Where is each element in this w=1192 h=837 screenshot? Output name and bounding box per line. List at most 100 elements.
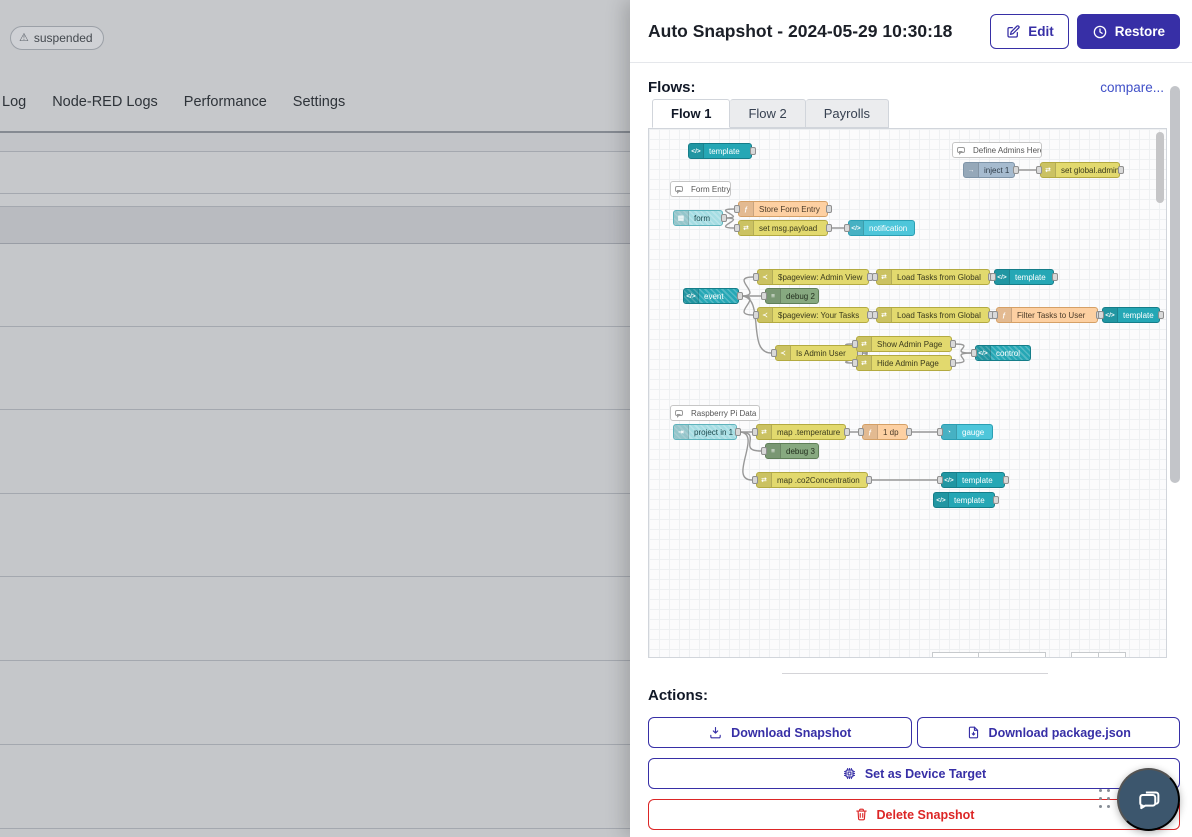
output-port[interactable] <box>950 340 956 348</box>
flow-node[interactable]: ⇄Load Tasks from Global <box>876 269 990 285</box>
input-port[interactable] <box>752 476 758 484</box>
flow-tab-flow-2[interactable]: Flow 2 <box>730 99 805 128</box>
flow-node[interactable]: ≺$pageview: Admin View <box>757 269 869 285</box>
flow-comment[interactable]: Raspberry Pi Data <box>670 405 760 421</box>
flow-node[interactable]: ƒ1 dp <box>862 424 908 440</box>
compare-link[interactable]: compare... <box>1100 80 1164 95</box>
input-port[interactable] <box>734 205 740 213</box>
flow-wire <box>954 344 971 353</box>
input-port[interactable] <box>734 224 740 232</box>
drawer-scrollbar[interactable] <box>1170 86 1180 483</box>
flow-canvas[interactable]: </>template Define Admins Here →inject 1 ⇄s… <box>648 128 1167 658</box>
output-port[interactable] <box>826 224 832 232</box>
node-label: Show Admin Page <box>872 340 947 349</box>
input-port[interactable] <box>937 476 943 484</box>
output-port[interactable] <box>826 205 832 213</box>
flow-node[interactable]: ▤form <box>673 210 723 226</box>
output-port[interactable] <box>750 147 756 155</box>
zoom-out-icon[interactable]: ○ <box>1071 652 1099 658</box>
chat-button[interactable] <box>1117 768 1180 831</box>
node-label: debug 2 <box>781 292 818 301</box>
download-snapshot-button[interactable]: Download Snapshot <box>648 717 912 748</box>
zoom-in-icon[interactable]: + <box>1099 652 1126 658</box>
flow-node[interactable]: </>event <box>683 288 739 304</box>
input-port[interactable] <box>872 311 878 319</box>
table-row <box>0 829 630 837</box>
warning-icon: ⚠ <box>19 33 29 44</box>
flow-node[interactable]: ⇄map .co2Concentration <box>756 472 868 488</box>
input-port[interactable] <box>752 428 758 436</box>
flow-node[interactable]: </>control <box>975 345 1031 361</box>
input-port[interactable] <box>990 273 996 281</box>
flow-node[interactable]: ⇄Load Tasks from Global <box>876 307 990 323</box>
flow-node[interactable]: ◔gauge <box>941 424 993 440</box>
output-port[interactable] <box>906 428 912 436</box>
output-port[interactable] <box>844 428 850 436</box>
input-port[interactable] <box>753 311 759 319</box>
output-port[interactable] <box>735 428 741 436</box>
node-label: Form Entry <box>686 185 730 194</box>
input-port[interactable] <box>844 224 850 232</box>
flow-node[interactable]: ⇄map .temperature <box>756 424 846 440</box>
input-port[interactable] <box>992 311 998 319</box>
input-port[interactable] <box>852 340 858 348</box>
restore-button[interactable]: Restore <box>1077 14 1180 49</box>
set-device-target-button[interactable]: Set as Device Target <box>648 758 1180 789</box>
input-port[interactable] <box>771 349 777 357</box>
input-port[interactable] <box>852 359 858 367</box>
download-package-json-button[interactable]: Download package.json <box>917 717 1181 748</box>
input-port[interactable] <box>753 273 759 281</box>
flow-tab-payrolls[interactable]: Payrolls <box>806 99 889 128</box>
flow-node[interactable]: ⇄set global.admins <box>1040 162 1120 178</box>
flow-node[interactable]: </>notification <box>848 220 915 236</box>
output-port[interactable] <box>1052 273 1058 281</box>
edit-button[interactable]: Edit <box>990 14 1069 49</box>
input-port[interactable] <box>1036 166 1042 174</box>
flow-node[interactable]: ≺Is Admin User <box>775 345 859 361</box>
output-port[interactable] <box>993 496 999 504</box>
output-port[interactable] <box>950 359 956 367</box>
input-port[interactable] <box>858 428 864 436</box>
flow-node[interactable]: ⇄set msg.payload <box>738 220 828 236</box>
drag-handle[interactable] <box>1099 789 1113 811</box>
output-port[interactable] <box>1158 311 1164 319</box>
flow-node[interactable]: ≺$pageview: Your Tasks <box>757 307 869 323</box>
output-port[interactable] <box>866 476 872 484</box>
input-port[interactable] <box>937 428 943 436</box>
copy-flow-button[interactable]: Copy <box>932 652 979 658</box>
flow-node[interactable]: ⇄Hide Admin Page <box>856 355 952 371</box>
node-label: Is Admin User <box>791 349 851 358</box>
flow-node[interactable]: →inject 1 <box>963 162 1015 178</box>
node-label: inject 1 <box>979 166 1014 175</box>
output-port[interactable] <box>1013 166 1019 174</box>
node-label: template <box>949 496 990 505</box>
flow-node[interactable]: </>template <box>994 269 1054 285</box>
edit-button-label: Edit <box>1028 24 1054 39</box>
flow-node[interactable]: </>template <box>1102 307 1160 323</box>
input-port[interactable] <box>761 447 767 455</box>
flow-node[interactable]: ⇥project in 1 <box>673 424 737 440</box>
flow-node[interactable]: ƒStore Form Entry <box>738 201 828 217</box>
flow-tab-flow-1[interactable]: Flow 1 <box>652 99 730 128</box>
flow-node[interactable]: </>template <box>941 472 1005 488</box>
node-label: gauge <box>957 428 989 437</box>
output-port[interactable] <box>1003 476 1009 484</box>
canvas-scrollbar[interactable] <box>1156 132 1164 203</box>
flow-comment[interactable]: Form Entry <box>670 181 731 197</box>
flow-node[interactable]: ƒFilter Tasks to User <box>996 307 1098 323</box>
flow-node[interactable]: ≡debug 2 <box>765 288 819 304</box>
input-port[interactable] <box>761 292 767 300</box>
output-port[interactable] <box>737 292 743 300</box>
flow-node[interactable]: </>template <box>933 492 995 508</box>
output-port[interactable] <box>721 214 727 222</box>
flow-comment[interactable]: Define Admins Here <box>952 142 1042 158</box>
input-port[interactable] <box>872 273 878 281</box>
flow-node[interactable]: ⇄Show Admin Page <box>856 336 952 352</box>
input-port[interactable] <box>971 349 977 357</box>
download-flow-button[interactable]: Download <box>979 652 1047 658</box>
flow-node[interactable]: ≡debug 3 <box>765 443 819 459</box>
output-port[interactable] <box>1118 166 1124 174</box>
input-port[interactable] <box>1098 311 1104 319</box>
flow-node[interactable]: </>template <box>688 143 752 159</box>
snapshot-drawer: Auto Snapshot - 2024-05-29 10:30:18 Edit… <box>630 0 1192 837</box>
